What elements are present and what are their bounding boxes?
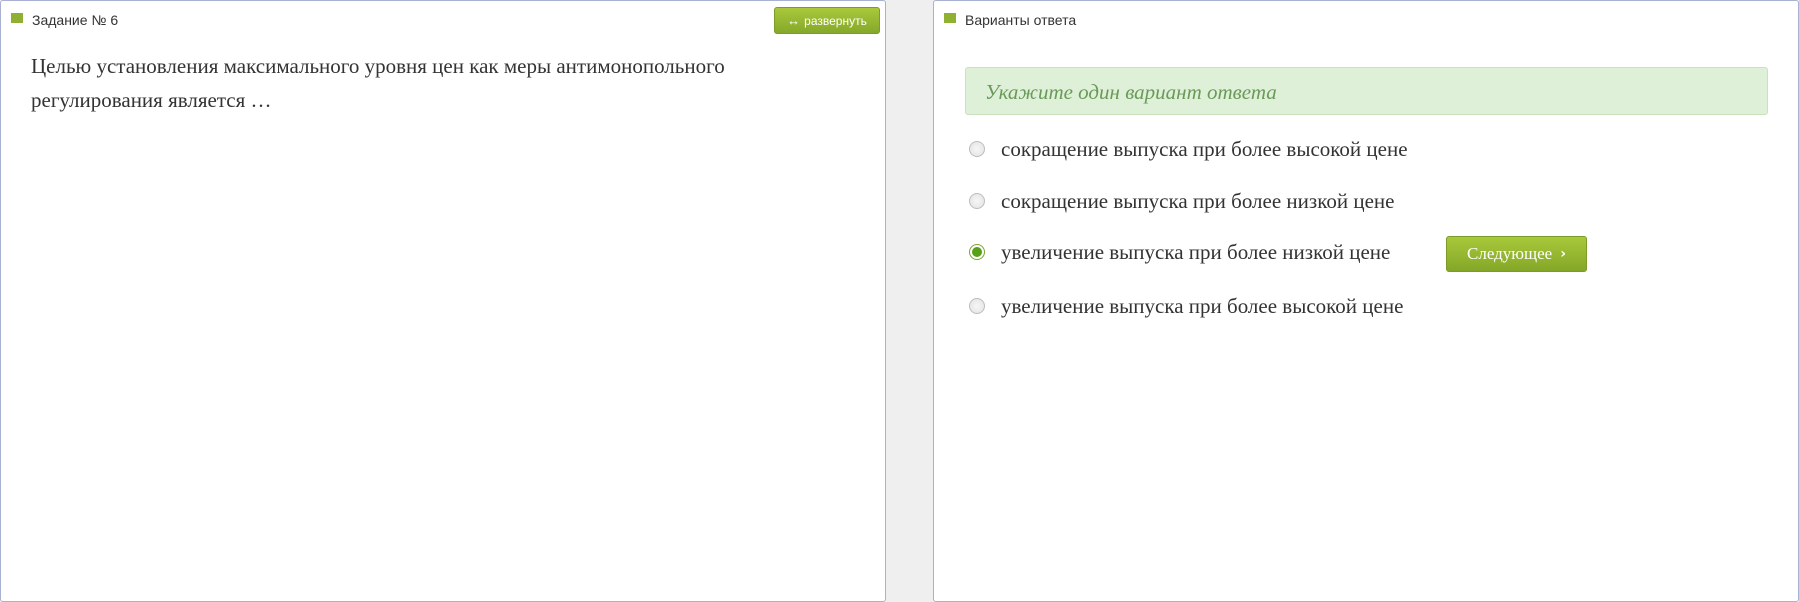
- answer-option[interactable]: сокращение выпуска при более низкой цене: [969, 186, 1394, 216]
- expand-arrows-icon: ↔: [787, 12, 801, 28]
- hint-box: Укажите один вариант ответа: [965, 67, 1768, 115]
- next-button-label: Следующее: [1467, 244, 1553, 263]
- task-panel: Задание № 6 ↔ развернуть Целью установле…: [0, 0, 886, 602]
- expand-button[interactable]: ↔ развернуть: [774, 7, 880, 34]
- option-label: сокращение выпуска при более низкой цене: [1001, 189, 1395, 213]
- answers-panel: Варианты ответа Укажите один вариант отв…: [933, 0, 1799, 602]
- option-label: сокращение выпуска при более высокой цен…: [1001, 137, 1408, 161]
- radio-button[interactable]: [969, 141, 985, 157]
- task-panel-header: Задание № 6 ↔ развернуть: [1, 1, 885, 37]
- radio-button[interactable]: [969, 298, 985, 314]
- option-label: увеличение выпуска при более низкой цене: [1001, 240, 1391, 264]
- task-title: Задание № 6: [32, 12, 119, 28]
- radio-button[interactable]: [969, 193, 985, 209]
- next-button[interactable]: Следующее ›: [1446, 236, 1587, 272]
- header-square-icon: [11, 13, 23, 23]
- answer-option[interactable]: увеличение выпуска при более низкой цене: [969, 237, 1390, 267]
- expand-button-label: развернуть: [804, 13, 867, 28]
- radio-button[interactable]: [969, 244, 985, 260]
- chevron-right-icon: ›: [1560, 246, 1566, 262]
- question-text: Целью установления максимального уровня …: [31, 54, 725, 112]
- answer-option[interactable]: увеличение выпуска при более высокой цен…: [969, 291, 1403, 321]
- answers-panel-header: Варианты ответа: [934, 1, 1798, 37]
- hint-text: Укажите один вариант ответа: [985, 80, 1277, 104]
- answers-title: Варианты ответа: [965, 12, 1077, 28]
- option-label: увеличение выпуска при более высокой цен…: [1001, 294, 1404, 318]
- header-square-icon: [944, 13, 956, 23]
- answer-option[interactable]: сокращение выпуска при более высокой цен…: [969, 134, 1408, 164]
